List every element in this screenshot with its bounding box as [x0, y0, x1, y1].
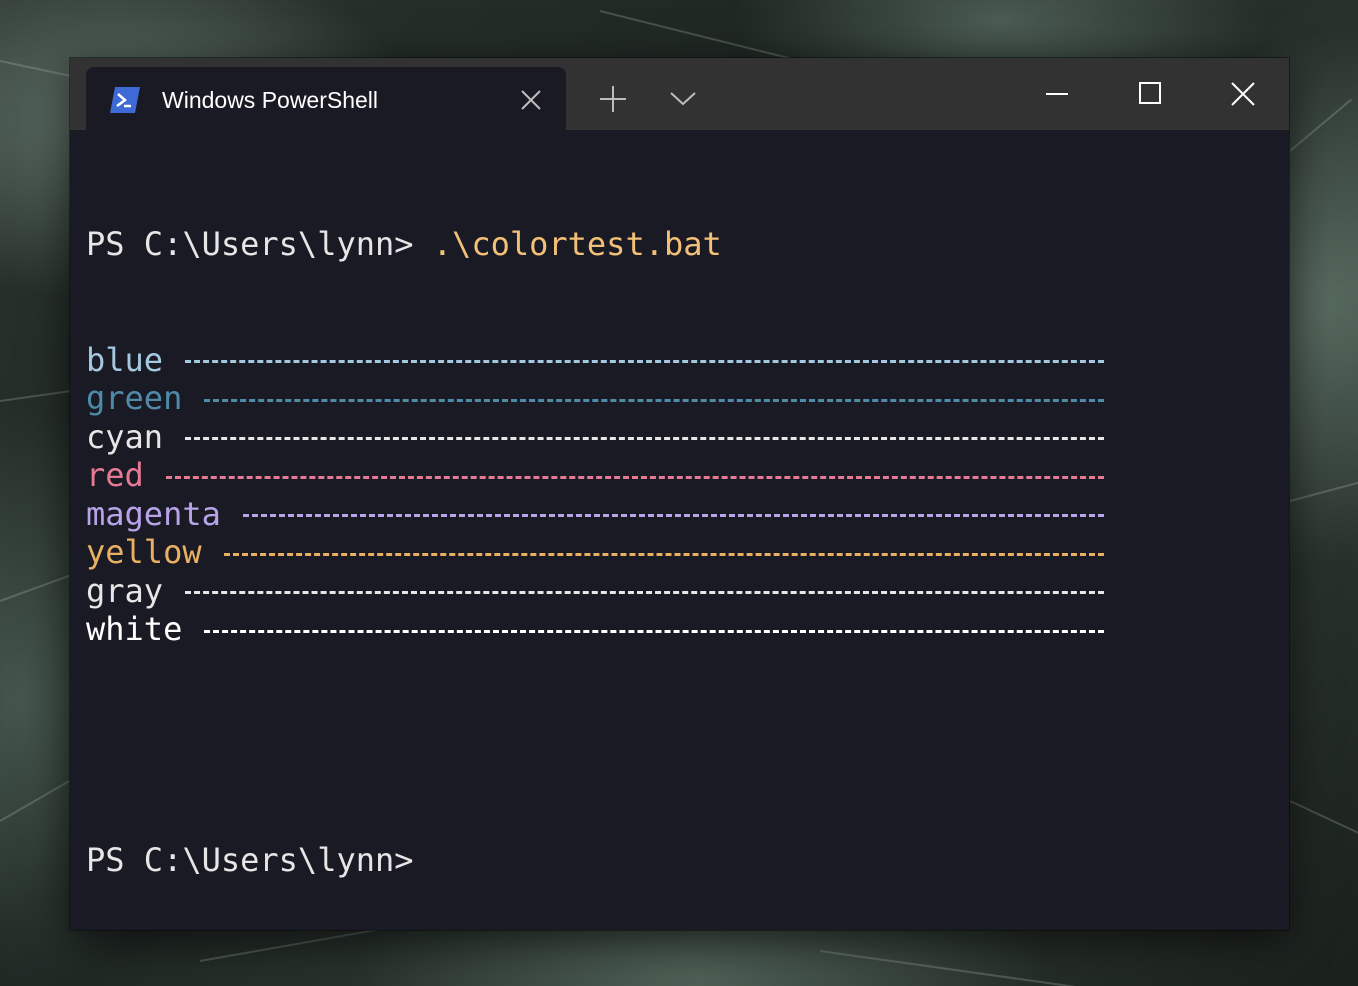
- powershell-icon: [110, 87, 140, 113]
- command-text: .\colortest.bat: [413, 225, 722, 263]
- dash-line: [185, 591, 1104, 595]
- color-label: gray: [86, 571, 164, 610]
- color-line-cyan: cyan: [86, 418, 1276, 457]
- maximize-icon: [1139, 82, 1161, 104]
- prompt: PS C:\Users\lynn>: [86, 225, 414, 263]
- dash-line: [223, 552, 1104, 556]
- close-icon[interactable]: [518, 87, 544, 113]
- prompt: PS C:\Users\lynn>: [86, 841, 414, 879]
- color-label: green: [86, 379, 183, 417]
- dash-line: [204, 629, 1104, 633]
- current-prompt-line[interactable]: PS C:\Users\lynn>: [86, 841, 1276, 880]
- color-test-output: blue green cyan red magenta yellow gray white: [86, 341, 1276, 649]
- color-line-magenta: magenta: [86, 495, 1276, 534]
- close-button[interactable]: [1196, 58, 1288, 128]
- color-label: red: [86, 456, 144, 494]
- command-line: PS C:\Users\lynn> .\colortest.bat: [86, 225, 1276, 264]
- dash-line: [165, 475, 1104, 479]
- minimize-button[interactable]: [1010, 58, 1102, 128]
- color-line-white: white: [86, 610, 1276, 649]
- color-line-yellow: yellow: [86, 533, 1276, 572]
- terminal-output[interactable]: PS C:\Users\lynn> .\colortest.bat blue gr…: [86, 148, 1276, 918]
- color-line-gray: gray: [86, 572, 1276, 611]
- color-label: magenta: [86, 494, 221, 533]
- color-label: yellow: [86, 533, 202, 571]
- chevron-down-icon[interactable]: [668, 88, 698, 110]
- tab-powershell[interactable]: Windows PowerShell: [86, 67, 566, 130]
- title-bar[interactable]: Windows PowerShell: [70, 58, 1289, 130]
- color-label: blue: [86, 340, 164, 379]
- dash-line: [185, 360, 1104, 364]
- terminal-window: Windows PowerShell PS C:\Users\lynn> .\c…: [70, 58, 1289, 930]
- dash-line: [242, 514, 1104, 518]
- minimize-icon: [1046, 93, 1068, 95]
- plus-icon[interactable]: [598, 84, 628, 114]
- tab-title: Windows PowerShell: [162, 87, 379, 113]
- color-label: white: [86, 610, 183, 648]
- color-line-blue: blue: [86, 341, 1276, 380]
- color-line-red: red: [86, 456, 1276, 495]
- color-label: cyan: [86, 417, 164, 456]
- dash-line: [204, 398, 1104, 402]
- close-icon: [1231, 82, 1255, 106]
- dash-line: [185, 437, 1104, 441]
- color-line-green: green: [86, 379, 1276, 418]
- maximize-button[interactable]: [1103, 58, 1195, 128]
